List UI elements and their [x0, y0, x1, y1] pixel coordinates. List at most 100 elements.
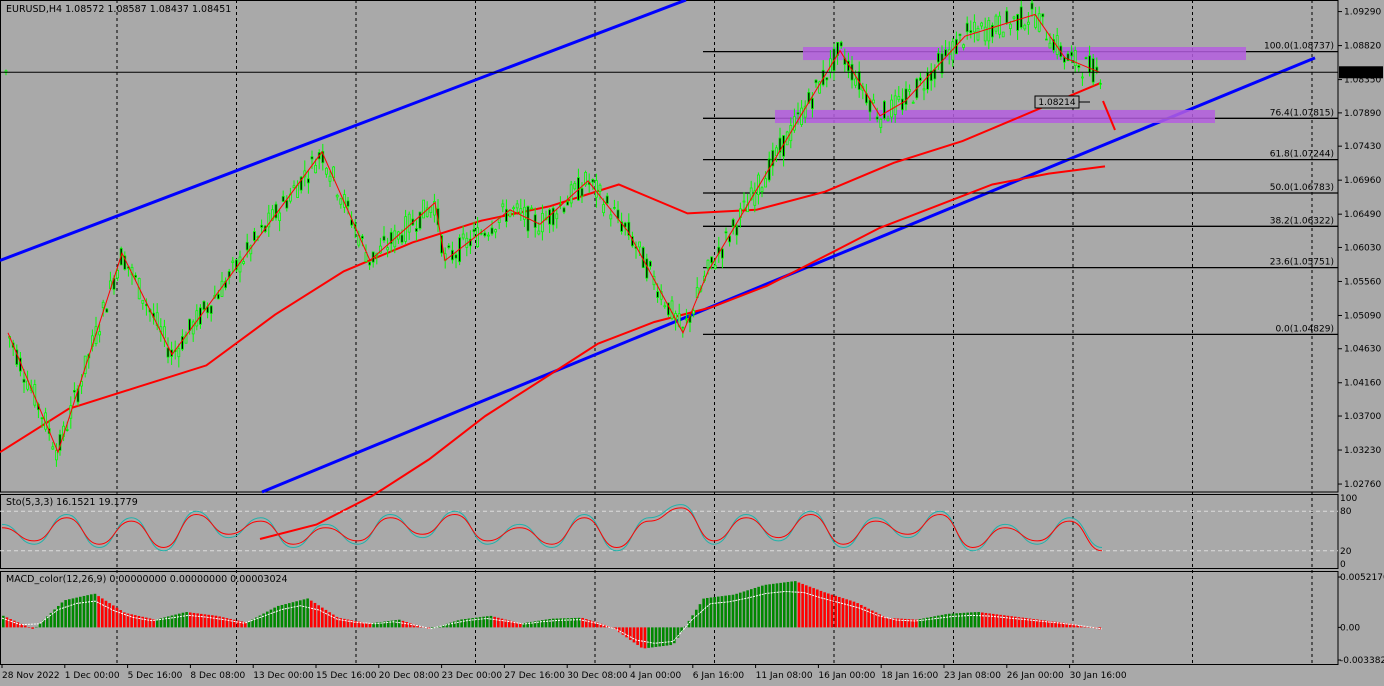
macd-bar [959, 613, 962, 628]
macd-bar [453, 621, 456, 628]
macd-bar [937, 615, 940, 628]
candle-body [681, 326, 685, 329]
x-tick-label: 1 Dec 00:00 [65, 671, 120, 681]
macd-bar [60, 602, 64, 628]
y-tick-label: 1.02760 [1344, 480, 1381, 490]
macd-bar [757, 586, 760, 628]
macd-bar [636, 627, 639, 645]
macd-bar [724, 595, 727, 628]
macd-bar [64, 600, 67, 628]
macd-bar [115, 607, 119, 628]
candle-body [281, 195, 285, 202]
candle-body [407, 213, 411, 233]
macd-bar [90, 594, 93, 628]
macd-bar [764, 584, 768, 628]
candle-body [713, 264, 717, 269]
candle-body [501, 203, 505, 208]
candle-body [141, 299, 145, 304]
candle-body [983, 26, 987, 42]
candle-body [515, 203, 519, 209]
macd-bar [38, 623, 42, 628]
macd-bar [299, 600, 302, 628]
candle-body [886, 118, 890, 122]
candle-body [566, 201, 569, 206]
candle-body [969, 30, 973, 33]
y-tick-label: 1.06030 [1344, 243, 1381, 253]
candle-body [418, 211, 422, 229]
candle-body [537, 230, 541, 235]
macd-bar [207, 614, 210, 628]
candle-body [911, 101, 915, 104]
candle-body [897, 96, 901, 101]
macd-bar [5, 617, 9, 628]
candle-body [573, 182, 577, 190]
candle-body [944, 49, 947, 57]
macd-bar [717, 596, 720, 628]
macd-bar [805, 585, 808, 628]
x-tick-label: 6 Jan 16:00 [693, 671, 745, 681]
macd-bar [456, 620, 460, 628]
x-tick-label: 5 Dec 16:00 [128, 671, 183, 681]
macd-bar [647, 627, 650, 648]
macd-bar [71, 598, 75, 628]
candle-body [472, 228, 476, 233]
candle-body [1027, 21, 1030, 25]
macd-bar [838, 596, 841, 628]
y-tick-label: 1.09290 [1344, 8, 1381, 18]
candle-body [202, 300, 206, 310]
candle-body [962, 44, 965, 48]
candle-body [73, 390, 76, 393]
candle-body [238, 256, 242, 273]
macd-bar [68, 599, 71, 628]
candle-body [328, 175, 332, 182]
candle-body [278, 212, 282, 221]
macd-bar [966, 612, 969, 628]
candle-body [706, 259, 710, 269]
macd-bar [698, 604, 702, 628]
y-tick-label: 1.07890 [1344, 109, 1381, 119]
macd-bar [222, 617, 225, 628]
candle-body [191, 321, 195, 335]
macd-bar [317, 605, 320, 628]
candle-body [195, 310, 199, 327]
macd-bar [295, 601, 298, 628]
candle-body [252, 231, 256, 241]
macd-bar [962, 612, 966, 628]
macd-bar [746, 590, 749, 628]
supply-demand-zone [803, 47, 1246, 61]
candle-body [735, 226, 739, 236]
macd-bar [882, 616, 885, 628]
stoch-y-tick-label: 100 [1340, 494, 1357, 504]
macd-bar [544, 619, 548, 628]
macd-bar [486, 616, 489, 628]
macd-bar [203, 614, 207, 628]
candle-body [422, 199, 426, 219]
macd-bar [302, 599, 306, 628]
macd-bar [944, 614, 947, 628]
macd-bar [658, 627, 661, 647]
candle-body [116, 270, 119, 279]
symbol-header: EURUSD,H4 1.08572 1.08587 1.08437 1.0845… [6, 4, 232, 15]
candle-body [811, 97, 814, 110]
macd-bar [398, 619, 401, 628]
candle-body [98, 331, 101, 336]
candle-body [569, 184, 573, 204]
candle-body [22, 378, 26, 383]
macd-bar [137, 615, 141, 628]
fibonacci-level-label: 50.0(1.06783) [1270, 183, 1334, 193]
macd-bar [834, 595, 837, 628]
candle-body [562, 207, 566, 213]
candle-body [162, 326, 166, 339]
candle-body [875, 116, 879, 120]
candle-body [922, 88, 926, 91]
macd-bar [497, 617, 500, 628]
macd-bar [108, 603, 111, 628]
candle-body [530, 207, 533, 210]
macd-bar [988, 613, 991, 628]
macd-bar [775, 583, 779, 628]
candle-body [987, 20, 991, 42]
macd-bar [269, 609, 273, 628]
macd-bar [218, 616, 221, 628]
macd-bar [841, 598, 845, 628]
candle-body [980, 22, 983, 27]
